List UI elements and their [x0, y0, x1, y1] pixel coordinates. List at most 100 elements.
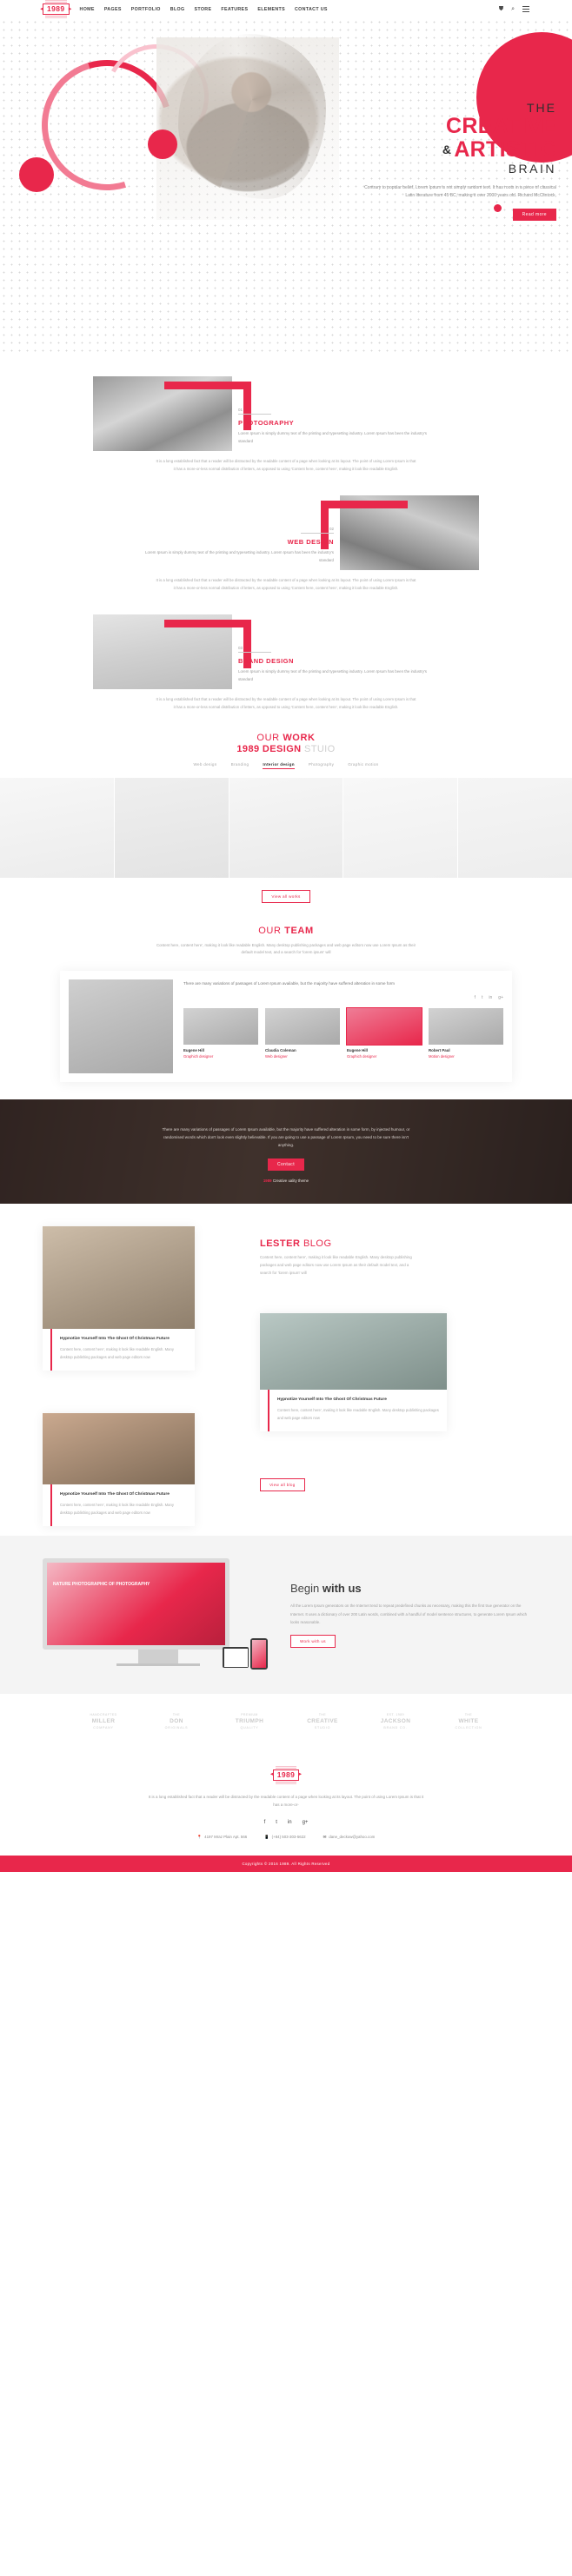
- logo-tick-right: ►: [67, 6, 73, 12]
- hero-headline-brain: BRAIN: [508, 162, 556, 176]
- service-number: 01: [238, 408, 271, 415]
- hero-circle-small: [148, 129, 177, 159]
- team-subtitle: Content here, content here', making it l…: [156, 942, 416, 955]
- work-subtitle: 1989 DESIGN STUIO: [0, 744, 572, 754]
- begin-title-light: Begin: [290, 1582, 323, 1596]
- work-title-bold: WORK: [283, 732, 316, 743]
- brand-top: EST. 1989: [386, 1713, 405, 1717]
- brand-sub: COLLECTION: [455, 1726, 482, 1730]
- view-all-blog-button[interactable]: View all blog: [260, 1478, 305, 1492]
- cart-icon[interactable]: ⛊: [499, 6, 503, 12]
- hero-hair-overlay: [178, 34, 326, 199]
- filter-interior-design[interactable]: Interior design: [263, 762, 295, 769]
- view-all-works-button[interactable]: View all works: [262, 889, 310, 903]
- work-item-paper-cup[interactable]: [343, 777, 458, 878]
- monitor-base: [116, 1663, 200, 1667]
- blog-section: LESTER BLOG Content here, content here',…: [0, 1204, 572, 1537]
- hamburger-icon[interactable]: [522, 5, 529, 13]
- cta-signature: 1989 Creative uality theme: [0, 1178, 572, 1183]
- blog-post-image: [260, 1313, 447, 1391]
- team-member-role: Graphich designer: [183, 1053, 214, 1059]
- brand-top: PREMIUM: [241, 1713, 258, 1717]
- team-member-name: Robert Paul: [429, 1047, 450, 1052]
- team-member-name: Eugene Hill: [183, 1047, 204, 1052]
- begin-title: Begin with us: [290, 1582, 529, 1595]
- filter-web-design[interactable]: Web design: [193, 762, 216, 769]
- team-title-light: OUR: [258, 925, 285, 936]
- brand-sub: QUALITY: [240, 1726, 259, 1730]
- footer-email-text[interactable]: dane_deckow@yahoo.com: [329, 1835, 375, 1839]
- search-icon[interactable]: ⌕: [511, 6, 515, 12]
- facebook-icon[interactable]: f: [264, 1820, 266, 1825]
- nav-item-elements[interactable]: ELEMENTS: [257, 7, 285, 12]
- twitter-icon[interactable]: t: [276, 1820, 277, 1825]
- footer-logo[interactable]: ◄ 1989 ►: [269, 1768, 303, 1783]
- copyright-bar: Copyrights © 2016 1989. All Rights Reser…: [0, 1855, 572, 1872]
- filter-photography[interactable]: Photography: [309, 762, 334, 769]
- brand-logo-creative: THE CREATIVE STUDIO: [297, 1713, 348, 1730]
- logo-text: 1989: [43, 2, 70, 17]
- work-with-us-button[interactable]: Work with us: [290, 1635, 336, 1649]
- nav-item-blog[interactable]: BLOG: [170, 7, 185, 12]
- begin-paragraph: All the Lorem Ipsum generators on the In…: [290, 1603, 528, 1624]
- filter-branding[interactable]: Branding: [231, 762, 249, 769]
- hero-read-more-button[interactable]: Read more: [512, 208, 556, 221]
- blog-post-2[interactable]: Hypnotize Yourself Into The Ghost Of Chr…: [43, 1413, 195, 1527]
- brand-sub: STUDIO: [314, 1726, 331, 1730]
- work-section: OUR WORK 1989 DESIGN STUIO Web design Br…: [0, 720, 572, 903]
- team-title-bold: TEAM: [284, 925, 314, 936]
- work-grid: [0, 777, 572, 878]
- services-section: 01 PHOTOGRAPHY Lorem Ipsum is simply dum…: [0, 357, 572, 720]
- brand-logo-triumph: PREMIUM TRIUMPH QUALITY: [224, 1713, 275, 1730]
- linkedin-icon[interactable]: in: [288, 1820, 292, 1825]
- googleplus-icon[interactable]: g+: [498, 995, 503, 1000]
- cta-contact-button[interactable]: Contact: [267, 1159, 305, 1172]
- brand-top: HANDCRAFTED: [90, 1713, 117, 1717]
- team-member-role: Graphich designer: [347, 1053, 377, 1059]
- cta-paragraph: There are many variations of passages of…: [162, 1127, 410, 1148]
- location-pin-icon: 📍: [196, 1834, 203, 1839]
- footer-phone-text[interactable]: (+84) 503-303-5622: [272, 1835, 306, 1839]
- service-web-design: 02 WEB DESIGN Lorem Ipsum is simply dumm…: [43, 495, 529, 571]
- brand-top: THE: [318, 1713, 327, 1717]
- nav-item-pages[interactable]: PAGES: [104, 7, 122, 12]
- site-logo[interactable]: ◄ 1989 ►: [39, 2, 73, 17]
- brand-name: MILLER: [91, 1718, 116, 1725]
- work-item-kraft-boxes[interactable]: [229, 777, 343, 878]
- work-item-vintage-typewriter[interactable]: [114, 777, 229, 878]
- brand-sub: COMPANY: [93, 1726, 114, 1730]
- facebook-icon[interactable]: f: [475, 995, 476, 1000]
- hero-ampersand: &: [442, 143, 452, 156]
- blog-post-title: Hypnotize Yourself Into The Ghost Of Chr…: [277, 1398, 387, 1403]
- team-member-2[interactable]: Eugene Hill Graphich designer: [346, 1006, 422, 1059]
- team-member-name: Claudia Coleman: [265, 1047, 296, 1052]
- work-item-orange-juice-tote-bag[interactable]: [458, 777, 572, 878]
- blog-post-excerpt: Content here, content here', making it l…: [60, 1347, 174, 1359]
- blog-post-0[interactable]: Hypnotize Yourself Into The Ghost Of Chr…: [43, 1226, 195, 1371]
- brand-logo-miller: HANDCRAFTED MILLER COMPANY: [78, 1713, 129, 1730]
- work-item-ceramic-cups[interactable]: [0, 777, 114, 878]
- blog-post-1[interactable]: Hypnotize Yourself Into The Ghost Of Chr…: [260, 1313, 447, 1432]
- nav-item-contact-us[interactable]: CONTACT US: [295, 7, 328, 12]
- nav-item-store[interactable]: STORE: [194, 7, 211, 12]
- service-brand-design-long-desc: It is a long established fact that a rea…: [156, 697, 416, 709]
- nav-item-features[interactable]: FEATURES: [221, 7, 248, 12]
- work-title-light: OUR: [256, 732, 283, 743]
- googleplus-icon[interactable]: g+: [303, 1820, 309, 1825]
- linkedin-icon[interactable]: in: [489, 995, 492, 1000]
- nav-item-home[interactable]: HOME: [80, 7, 95, 12]
- brand-name: JACKSON: [380, 1718, 411, 1725]
- team-member-0[interactable]: Eugene Hill Graphich designer: [183, 1007, 258, 1059]
- blog-title-light: BLOG: [303, 1238, 332, 1250]
- team-section: OUR TEAM Content here, content here', ma…: [0, 902, 572, 1100]
- team-member-3[interactable]: Robert Paul Motion designer: [429, 1007, 503, 1059]
- cta-signature-bold: 1989: [263, 1178, 272, 1184]
- hero-headline-line2: & ARTISTIC: [356, 138, 556, 162]
- blog-title-bold: LESTER: [260, 1238, 303, 1250]
- filter-graphic-motion[interactable]: Graphic motion: [348, 762, 378, 769]
- hero-circle-extra-small: [19, 157, 54, 192]
- team-member-1[interactable]: Claudia Coleman Web designer: [265, 1007, 340, 1059]
- work-title: OUR WORK: [0, 733, 572, 743]
- hero-text-block: THE CREATIVE & ARTISTIC BRAIN Contrary to…: [356, 101, 556, 221]
- nav-item-portfolio[interactable]: PORTFOLIO: [131, 7, 161, 12]
